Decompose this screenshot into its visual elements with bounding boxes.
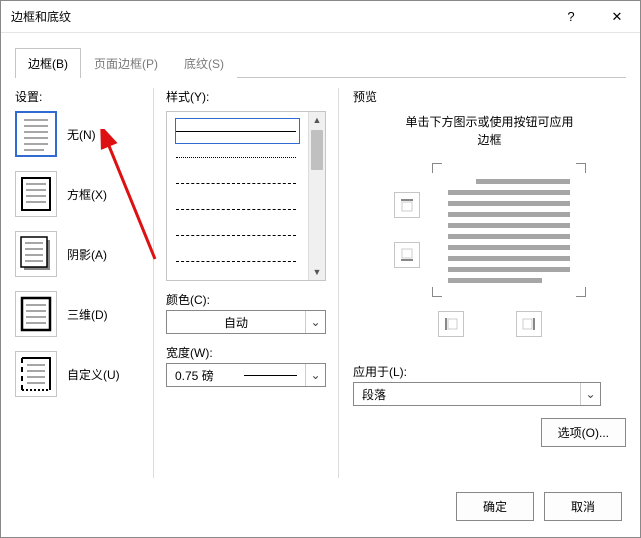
apply-to-label: 应用于(L): <box>353 363 626 380</box>
content: 设置: 无(N) <box>1 78 640 478</box>
dialog-title: 边框和底纹 <box>11 8 548 25</box>
setting-none[interactable]: 无(N) <box>15 111 143 157</box>
tab-page-border[interactable]: 页面边框(P) <box>81 48 171 78</box>
border-right-icon <box>521 316 537 332</box>
dialog-borders-shading: 边框和底纹 ? ✕ 边框(B) 页面边框(P) 底纹(S) 设置: <box>0 0 641 538</box>
setting-shadow-thumb <box>15 231 57 277</box>
apply-to-value: 段落 <box>354 386 580 403</box>
setting-box[interactable]: 方框(X) <box>15 171 143 217</box>
setting-3d-label: 三维(D) <box>67 306 108 323</box>
style-listbox[interactable]: ▲ ▼ <box>166 111 326 281</box>
ok-button[interactable]: 确定 <box>456 492 534 521</box>
style-column: 样式(Y): <box>153 88 339 478</box>
border-left-icon <box>443 316 459 332</box>
style-scrollbar[interactable]: ▲ ▼ <box>308 112 325 280</box>
settings-label: 设置: <box>15 88 143 105</box>
close-button[interactable]: ✕ <box>594 1 640 33</box>
apply-to-row: 应用于(L): 段落 ⌄ <box>353 353 626 406</box>
chevron-down-icon: ⌄ <box>305 364 325 386</box>
preview-column: 预览 单击下方图示或使用按钮可应用边框 <box>349 88 626 478</box>
border-top-icon <box>399 197 415 213</box>
scroll-down-icon[interactable]: ▼ <box>309 264 325 280</box>
tabs: 边框(B) 页面边框(P) 底纹(S) <box>1 33 640 77</box>
edge-bottom-button[interactable] <box>394 242 420 268</box>
style-row-dashed-med[interactable] <box>175 196 300 222</box>
preview-hint: 单击下方图示或使用按钮可应用边框 <box>353 113 626 149</box>
preview-box <box>432 163 586 297</box>
setting-custom-label: 自定义(U) <box>67 366 120 383</box>
width-line-preview <box>244 375 297 376</box>
setting-box-thumb <box>15 171 57 217</box>
chevron-down-icon: ⌄ <box>305 311 325 333</box>
edge-right-button[interactable] <box>516 311 542 337</box>
edge-buttons-left <box>394 192 420 268</box>
setting-3d-thumb <box>15 291 57 337</box>
style-row-solid[interactable] <box>175 118 300 144</box>
help-button[interactable]: ? <box>548 1 594 33</box>
setting-none-thumb <box>15 111 57 157</box>
tab-border[interactable]: 边框(B) <box>15 48 81 78</box>
titlebar: 边框和底纹 ? ✕ <box>1 1 640 33</box>
color-value: 自动 <box>167 314 305 331</box>
border-bottom-icon <box>399 247 415 263</box>
apply-to-combo[interactable]: 段落 ⌄ <box>353 382 601 406</box>
style-row-dashdot[interactable] <box>175 248 300 274</box>
setting-custom[interactable]: 自定义(U) <box>15 351 143 397</box>
options-button[interactable]: 选项(O)... <box>541 418 626 447</box>
width-value: 0.75 磅 <box>167 367 236 384</box>
style-row-dashed-fine[interactable] <box>175 170 300 196</box>
options-row: 选项(O)... <box>353 418 626 447</box>
color-combo[interactable]: 自动 ⌄ <box>166 310 326 334</box>
style-label: 样式(Y): <box>166 88 326 105</box>
setting-3d[interactable]: 三维(D) <box>15 291 143 337</box>
style-list-inner <box>167 112 308 280</box>
edge-buttons-bottom <box>353 311 626 337</box>
setting-box-label: 方框(X) <box>67 186 107 203</box>
footer: 确定 取消 <box>1 478 640 537</box>
cancel-button[interactable]: 取消 <box>544 492 622 521</box>
edge-top-button[interactable] <box>394 192 420 218</box>
tab-shading[interactable]: 底纹(S) <box>171 48 237 78</box>
close-icon: ✕ <box>612 9 623 25</box>
settings-column: 设置: 无(N) <box>15 88 143 478</box>
color-label: 颜色(C): <box>166 291 326 308</box>
width-combo[interactable]: 0.75 磅 ⌄ <box>166 363 326 387</box>
setting-shadow-label: 阴影(A) <box>67 246 107 263</box>
scroll-up-icon[interactable]: ▲ <box>309 112 325 128</box>
style-row-dashed-wide[interactable] <box>175 222 300 248</box>
preview-label: 预览 <box>353 88 626 105</box>
scroll-thumb[interactable] <box>311 130 323 170</box>
setting-custom-thumb <box>15 351 57 397</box>
style-row-dotted[interactable] <box>175 144 300 170</box>
width-label: 宽度(W): <box>166 344 326 361</box>
setting-none-label: 无(N) <box>67 126 96 143</box>
setting-shadow[interactable]: 阴影(A) <box>15 231 143 277</box>
chevron-down-icon: ⌄ <box>580 383 600 405</box>
preview-area <box>353 163 626 297</box>
edge-left-button[interactable] <box>438 311 464 337</box>
